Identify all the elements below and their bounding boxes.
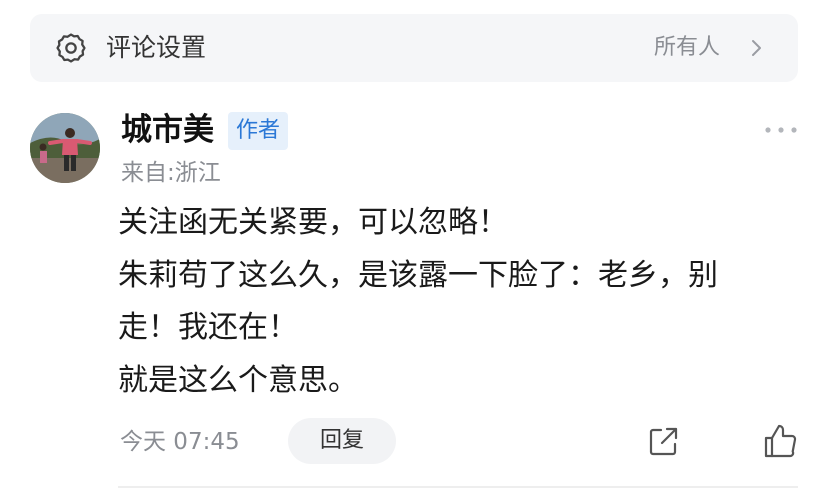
author-name[interactable]: 城市美 xyxy=(121,108,214,152)
divider xyxy=(118,486,798,488)
comment-line: 就是这么个意思。 xyxy=(118,362,358,398)
comment-settings-bar[interactable]: 评论设置 所有人 xyxy=(30,14,798,82)
thumbs-up-icon[interactable] xyxy=(762,422,800,460)
comment-body: 关注函无关紧要，可以忽略！ 朱莉苟了这么久，是该露一下脸了：老乡，别 走！我还在… xyxy=(118,197,808,407)
settings-value: 所有人 xyxy=(653,35,720,60)
comment-time: 今天 07:45 xyxy=(120,429,240,455)
author-location: 来自:浙江 xyxy=(121,160,221,186)
comment-line: 走！我还在！ xyxy=(118,310,298,345)
gear-icon xyxy=(56,33,86,63)
reply-button[interactable]: 回复 xyxy=(288,418,396,464)
settings-label: 评论设置 xyxy=(106,33,207,62)
author-badge: 作者 xyxy=(228,112,289,150)
comment-line: 朱莉苟了这么久，是该露一下脸了：老乡，别 xyxy=(118,257,718,293)
comment-line: 关注函无关紧要，可以忽略！ xyxy=(118,205,508,240)
chevron-right-icon xyxy=(752,40,761,56)
share-icon[interactable] xyxy=(645,424,681,460)
avatar[interactable] xyxy=(30,113,100,183)
more-dots-icon[interactable] xyxy=(764,126,798,134)
